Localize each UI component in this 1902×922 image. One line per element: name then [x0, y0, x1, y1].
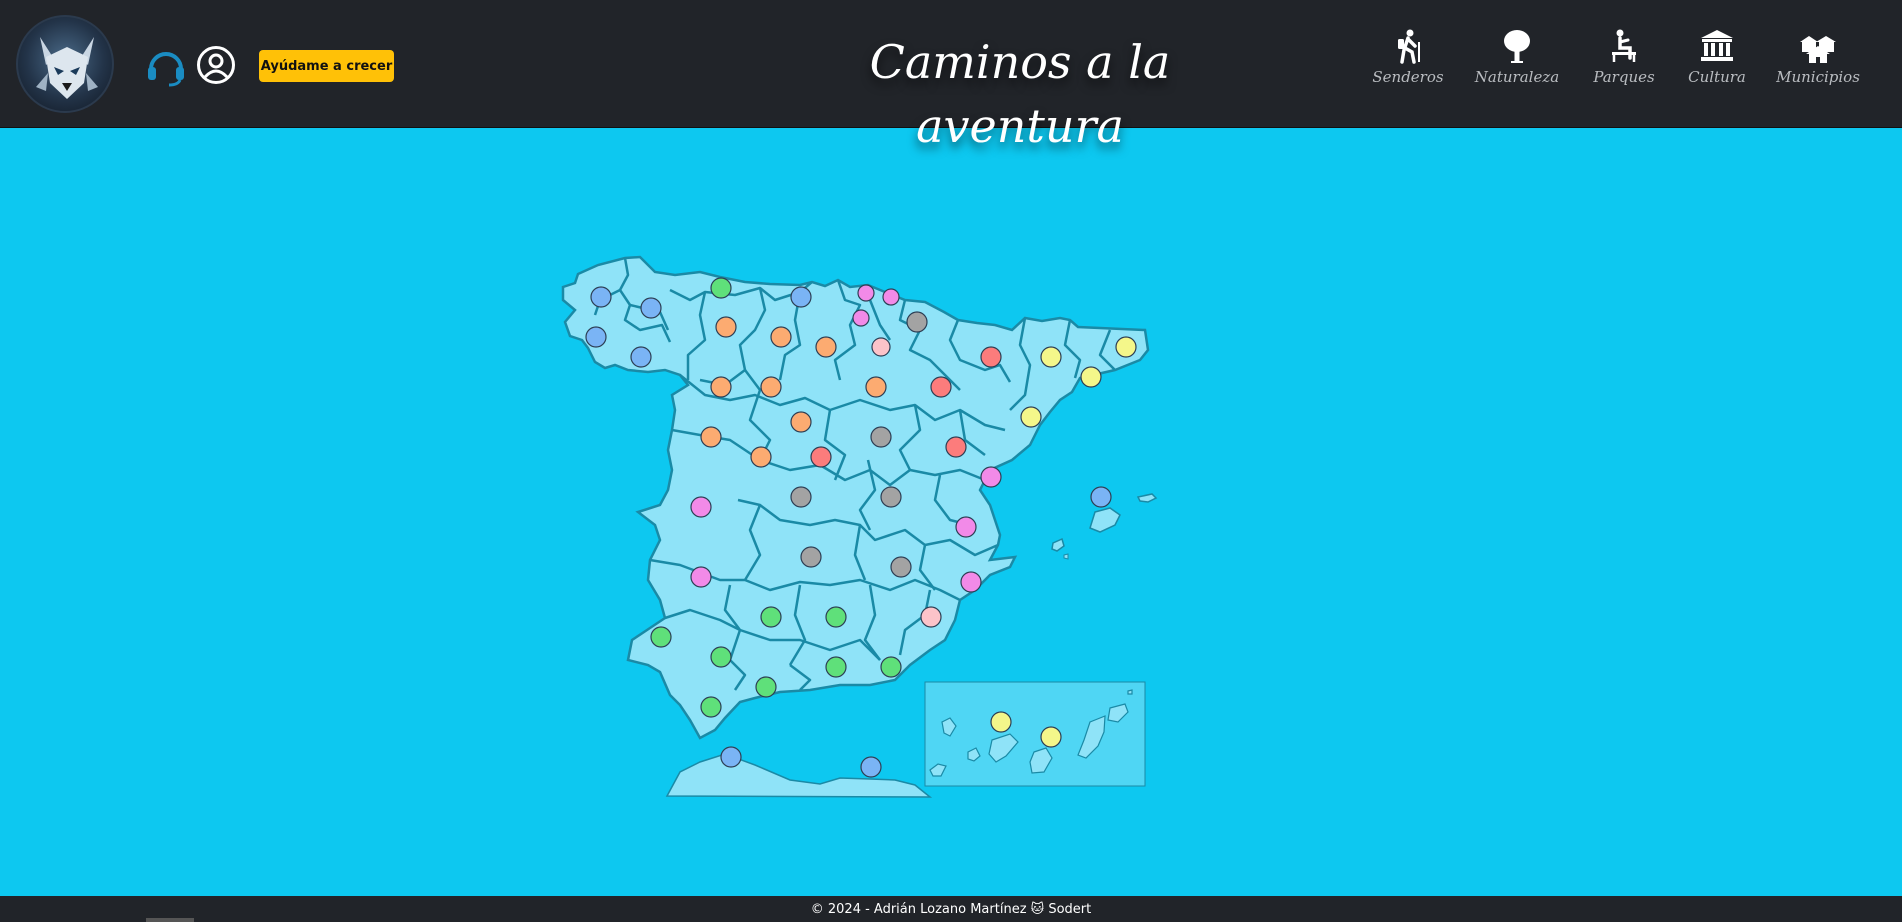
nav-item-cultura[interactable]: Cultura	[1682, 28, 1752, 98]
mainland-spain	[561, 255, 1150, 740]
tree-icon	[1504, 30, 1530, 63]
province-marker[interactable]	[690, 496, 712, 518]
footer-copyright: © 2024 - Adrián Lozano Martínez 🐱 Sodert	[810, 901, 1092, 917]
province-marker[interactable]	[650, 626, 672, 648]
province-marker[interactable]	[710, 376, 732, 398]
province-marker[interactable]	[920, 606, 942, 628]
province-marker[interactable]	[720, 746, 742, 768]
nav-item-senderos[interactable]: Senderos	[1370, 28, 1446, 98]
province-marker[interactable]	[810, 446, 832, 468]
province-marker[interactable]	[870, 426, 892, 448]
province-marker[interactable]	[960, 571, 982, 593]
province-marker[interactable]	[990, 711, 1012, 733]
province-marker[interactable]	[690, 566, 712, 588]
park-bench-icon	[1612, 29, 1636, 62]
province-marker[interactable]	[852, 309, 870, 327]
province-marker[interactable]	[1115, 336, 1137, 358]
province-marker[interactable]	[630, 346, 652, 368]
nav-label: Senderos	[1372, 68, 1444, 86]
province-marker[interactable]	[585, 326, 607, 348]
nav-item-parques[interactable]: Parques	[1588, 28, 1660, 98]
province-marker[interactable]	[890, 556, 912, 578]
province-marker[interactable]	[906, 311, 928, 333]
hiker-icon	[1398, 29, 1420, 64]
province-marker[interactable]	[930, 376, 952, 398]
scroll-handle[interactable]	[146, 918, 194, 922]
province-marker[interactable]	[1080, 366, 1102, 388]
province-marker[interactable]	[860, 756, 882, 778]
user-account-icon[interactable]	[196, 45, 236, 85]
province-marker[interactable]	[710, 646, 732, 668]
province-marker[interactable]	[590, 286, 612, 308]
province-marker[interactable]	[882, 288, 900, 306]
menorca-island	[1136, 493, 1158, 503]
province-marker[interactable]	[815, 336, 837, 358]
province-marker[interactable]	[880, 656, 902, 678]
help-grow-button[interactable]: Ayúdame a crecer	[259, 50, 394, 82]
nav-item-municipios[interactable]: Municipios	[1776, 28, 1860, 98]
province-marker[interactable]	[790, 286, 812, 308]
province-marker[interactable]	[750, 446, 772, 468]
main-nav: Senderos Naturaleza Parques Cultura Muni…	[1370, 28, 1870, 98]
nav-item-naturaleza[interactable]: Naturaleza	[1470, 28, 1564, 98]
mallorca-island	[1089, 507, 1121, 533]
province-marker[interactable]	[980, 466, 1002, 488]
footer: © 2024 - Adrián Lozano Martínez 🐱 Sodert	[0, 896, 1902, 922]
headset-icon[interactable]	[145, 45, 187, 87]
museum-icon	[1701, 30, 1733, 61]
province-marker[interactable]	[1040, 346, 1062, 368]
top-navbar: Ayúdame a crecer Caminos a la aventura S…	[0, 0, 1902, 153]
north-africa-land	[665, 753, 933, 798]
province-marker[interactable]	[770, 326, 792, 348]
province-marker[interactable]	[790, 411, 812, 433]
province-marker[interactable]	[980, 346, 1002, 368]
province-marker[interactable]	[857, 284, 875, 302]
province-marker[interactable]	[871, 337, 891, 357]
nav-label: Municipios	[1776, 68, 1860, 86]
province-marker[interactable]	[715, 316, 737, 338]
province-marker[interactable]	[1090, 486, 1112, 508]
province-marker[interactable]	[790, 486, 812, 508]
province-marker[interactable]	[760, 606, 782, 628]
nav-label: Parques	[1593, 68, 1655, 86]
province-marker[interactable]	[760, 376, 782, 398]
province-marker[interactable]	[755, 676, 777, 698]
province-marker[interactable]	[1020, 406, 1042, 428]
province-marker[interactable]	[955, 516, 977, 538]
province-marker[interactable]	[800, 546, 822, 568]
nav-label: Naturaleza	[1474, 68, 1560, 86]
province-marker[interactable]	[700, 426, 722, 448]
wolf-logo[interactable]	[16, 15, 114, 113]
province-marker[interactable]	[945, 436, 967, 458]
province-marker[interactable]	[700, 696, 722, 718]
spain-map	[561, 255, 1158, 798]
houses-icon	[1800, 36, 1836, 63]
province-marker[interactable]	[710, 277, 732, 299]
province-marker[interactable]	[640, 297, 662, 319]
province-marker[interactable]	[880, 486, 902, 508]
province-marker[interactable]	[825, 656, 847, 678]
province-marker[interactable]	[1040, 726, 1062, 748]
formentera-island	[1063, 553, 1069, 560]
province-marker[interactable]	[865, 376, 887, 398]
nav-label: Cultura	[1688, 68, 1746, 86]
ibiza-island	[1051, 537, 1065, 552]
province-marker[interactable]	[825, 606, 847, 628]
site-title: Caminos a la aventura	[869, 35, 1171, 153]
map-area	[0, 128, 1902, 896]
